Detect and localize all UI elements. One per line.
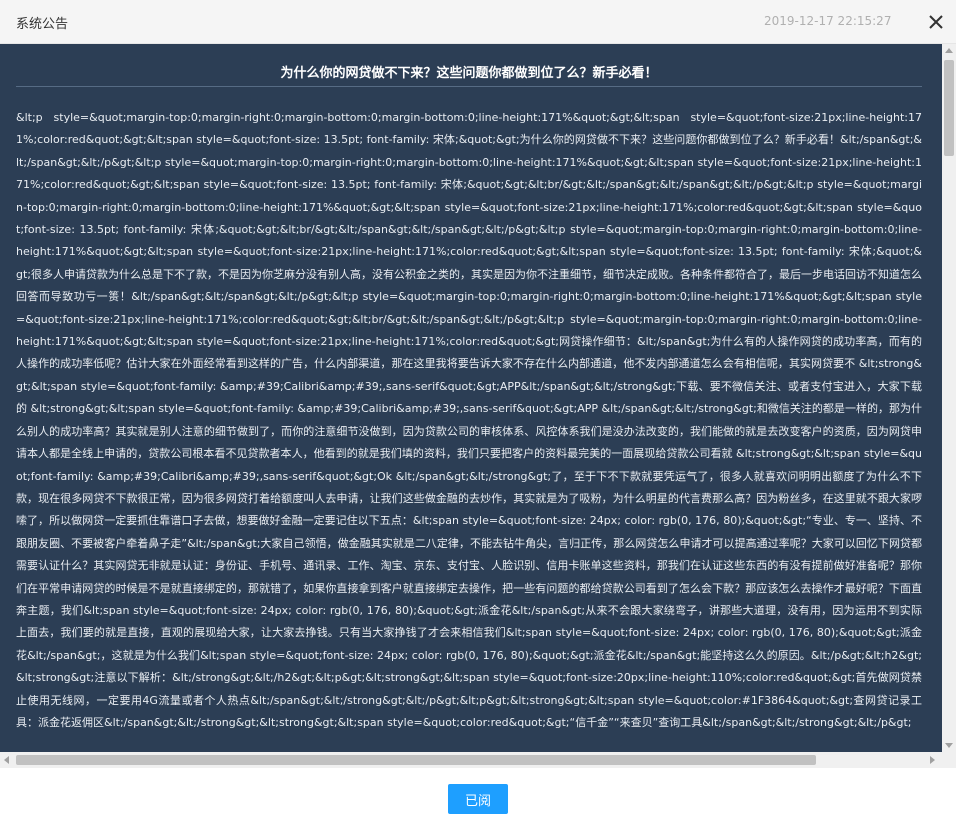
announcement-timestamp: 2019-12-17 22:15:27 xyxy=(764,14,892,28)
mark-read-button[interactable]: 已阅 xyxy=(448,784,508,814)
headline-divider xyxy=(16,86,922,87)
vertical-scrollbar[interactable] xyxy=(942,44,956,752)
dialog-header: 系统公告 2019-12-17 22:15:27 xyxy=(0,0,956,44)
close-icon[interactable] xyxy=(925,11,947,33)
announcement-content-panel: 为什么你的网贷做不下来？这些问题你都做到位了么？新手必看！ &lt;p styl… xyxy=(0,44,942,752)
scroll-right-icon[interactable] xyxy=(930,756,935,764)
dialog-title: 系统公告 xyxy=(16,17,69,32)
horizontal-scroll-thumb[interactable] xyxy=(16,755,816,765)
announcement-body: &lt;p style=&quot;margin-top:0;margin-ri… xyxy=(16,111,922,729)
scroll-down-icon[interactable] xyxy=(945,743,953,748)
vertical-scroll-thumb[interactable] xyxy=(944,60,954,156)
scroll-left-icon[interactable] xyxy=(4,756,9,764)
scroll-up-icon[interactable] xyxy=(945,48,953,53)
horizontal-scrollbar[interactable] xyxy=(0,752,956,768)
announcement-headline: 为什么你的网贷做不下来？这些问题你都做到位了么？新手必看！ xyxy=(280,66,658,81)
